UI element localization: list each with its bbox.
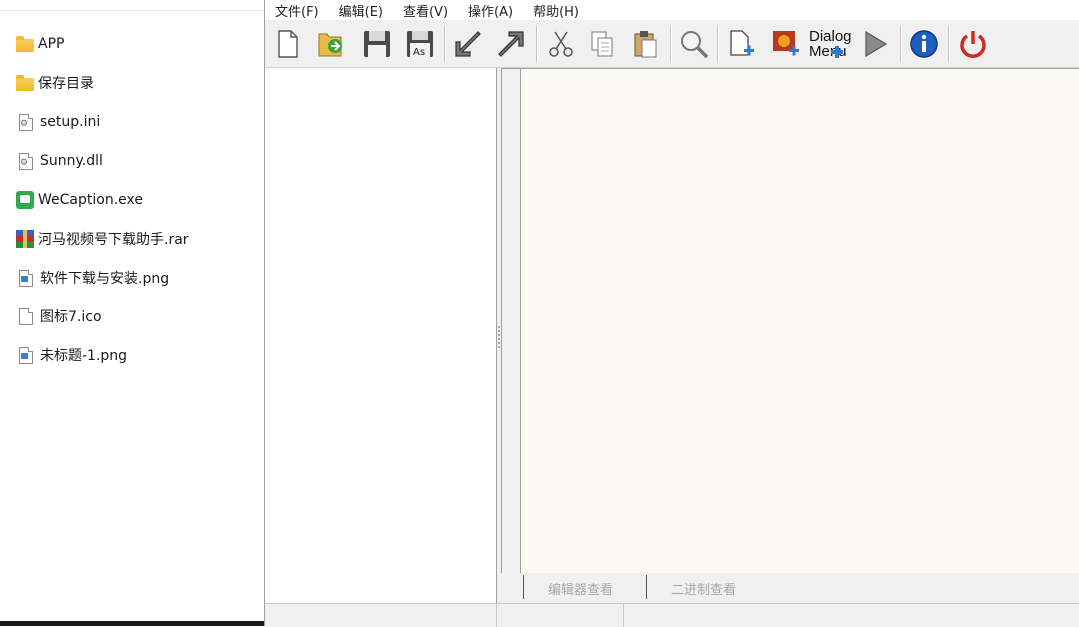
- export-button[interactable]: [493, 25, 529, 63]
- file-item-icon7-ico[interactable]: 图标7.ico: [16, 304, 102, 328]
- import-button[interactable]: [450, 25, 486, 63]
- file-name: 软件下载与安装.png: [40, 271, 170, 287]
- status-cell: [265, 604, 497, 627]
- file-item-sunny-dll[interactable]: Sunny.dll: [16, 149, 103, 173]
- paste-icon: [634, 31, 657, 58]
- open-button[interactable]: [313, 25, 349, 63]
- save-button[interactable]: [359, 25, 395, 63]
- image-file-icon: [19, 269, 33, 287]
- save-as-button[interactable]: As: [402, 25, 438, 63]
- svg-text:As: As: [413, 47, 425, 58]
- save-as-icon: As: [407, 31, 433, 58]
- line-number-gutter: [502, 69, 521, 573]
- file-name: 图标7.ico: [40, 309, 102, 325]
- about-button[interactable]: [906, 25, 942, 63]
- file-item-install-png[interactable]: 软件下载与安装.png: [16, 266, 169, 290]
- resource-editor-window: 文件(F) 编辑(E) 查看(V) 操作(A) 帮助(H) As Dialog …: [264, 0, 1079, 627]
- menu-bar: 文件(F) 编辑(E) 查看(V) 操作(A) 帮助(H): [265, 0, 1079, 20]
- run-button[interactable]: [857, 25, 893, 63]
- add-resource-button[interactable]: [723, 25, 759, 63]
- tab-binary-view[interactable]: 二进制查看: [671, 579, 736, 598]
- image-file-icon: [19, 346, 33, 364]
- play-icon: [865, 30, 888, 58]
- add-image-button[interactable]: [768, 25, 804, 63]
- resource-tree-panel[interactable]: [265, 68, 497, 603]
- file-explorer-pane: APP 保存目录 setup.ini Sunny.dll WeCaption.e…: [0, 0, 264, 626]
- file-name: WeCaption.exe: [38, 192, 143, 208]
- info-icon: [910, 30, 938, 58]
- editor-frame: [501, 68, 1079, 574]
- file-name: Sunny.dll: [40, 153, 103, 169]
- floppy-disk-icon: [364, 31, 390, 57]
- file-name: 未标题-1.png: [40, 348, 128, 364]
- new-file-icon: [278, 30, 298, 58]
- file-item-setup-ini[interactable]: setup.ini: [16, 110, 100, 134]
- menu-view[interactable]: 查看(V): [393, 1, 458, 20]
- folder-icon: [16, 74, 34, 91]
- tab-divider: [523, 575, 524, 599]
- scissors-icon: [549, 31, 573, 57]
- file-item-untitled-png[interactable]: 未标题-1.png: [16, 343, 127, 367]
- menu-file[interactable]: 文件(F): [265, 1, 329, 20]
- toolbar-separator: [670, 25, 672, 63]
- add-dialog-menu-button[interactable]: Dialog Menu: [809, 25, 852, 63]
- status-bar: [265, 603, 1079, 627]
- power-icon: [960, 31, 986, 58]
- file-item-rar[interactable]: 河马视频号下载助手.rar: [16, 227, 189, 251]
- menu-action[interactable]: 操作(A): [458, 1, 523, 20]
- toolbar-separator: [900, 25, 902, 63]
- copy-button[interactable]: [584, 25, 620, 63]
- exit-button[interactable]: [955, 25, 991, 63]
- rar-archive-icon: [16, 230, 34, 248]
- file-name: APP: [38, 36, 65, 52]
- add-page-icon: [730, 30, 754, 56]
- file-item-app[interactable]: APP: [16, 32, 64, 56]
- open-folder-icon: [318, 33, 342, 57]
- toolbar-separator: [536, 25, 538, 63]
- find-button[interactable]: [676, 25, 712, 63]
- menu-edit[interactable]: 编辑(E): [329, 1, 393, 20]
- file-item-wecaption-exe[interactable]: WeCaption.exe: [16, 188, 143, 212]
- settings-file-icon: [19, 113, 33, 131]
- taskbar-edge: [0, 621, 264, 626]
- menu-help[interactable]: 帮助(H): [523, 1, 589, 20]
- splitter-grip-icon: [498, 326, 500, 348]
- code-editor-area[interactable]: [521, 69, 1079, 573]
- view-tabs: 编辑器查看 二进制查看: [501, 573, 1079, 602]
- paste-button[interactable]: [627, 25, 663, 63]
- tab-editor-view[interactable]: 编辑器查看: [548, 579, 613, 598]
- explorer-top-divider: [0, 10, 264, 11]
- add-image-icon: [773, 31, 799, 56]
- export-arrow-icon: [498, 31, 524, 57]
- dialog-menu-icon: Dialog Menu: [809, 28, 852, 60]
- file-name: 保存目录: [38, 76, 94, 92]
- toolbar: As Dialog Menu: [265, 21, 1079, 68]
- settings-file-icon: [19, 152, 33, 170]
- toolbar-separator: [948, 25, 950, 63]
- tab-divider: [646, 575, 647, 599]
- file-item-save-dir[interactable]: 保存目录: [16, 71, 94, 95]
- status-cell: [497, 604, 624, 627]
- copy-icon: [591, 31, 613, 57]
- blank-file-icon: [19, 307, 33, 325]
- magnifier-icon: [681, 31, 709, 59]
- import-arrow-icon: [455, 31, 481, 57]
- new-file-button[interactable]: [269, 25, 305, 63]
- toolbar-separator: [717, 25, 719, 63]
- cut-button[interactable]: [543, 25, 579, 63]
- exe-icon: [16, 191, 34, 209]
- folder-icon: [16, 35, 34, 52]
- file-name: 河马视频号下载助手.rar: [38, 232, 189, 248]
- toolbar-separator: [444, 25, 446, 63]
- file-name: setup.ini: [40, 114, 101, 130]
